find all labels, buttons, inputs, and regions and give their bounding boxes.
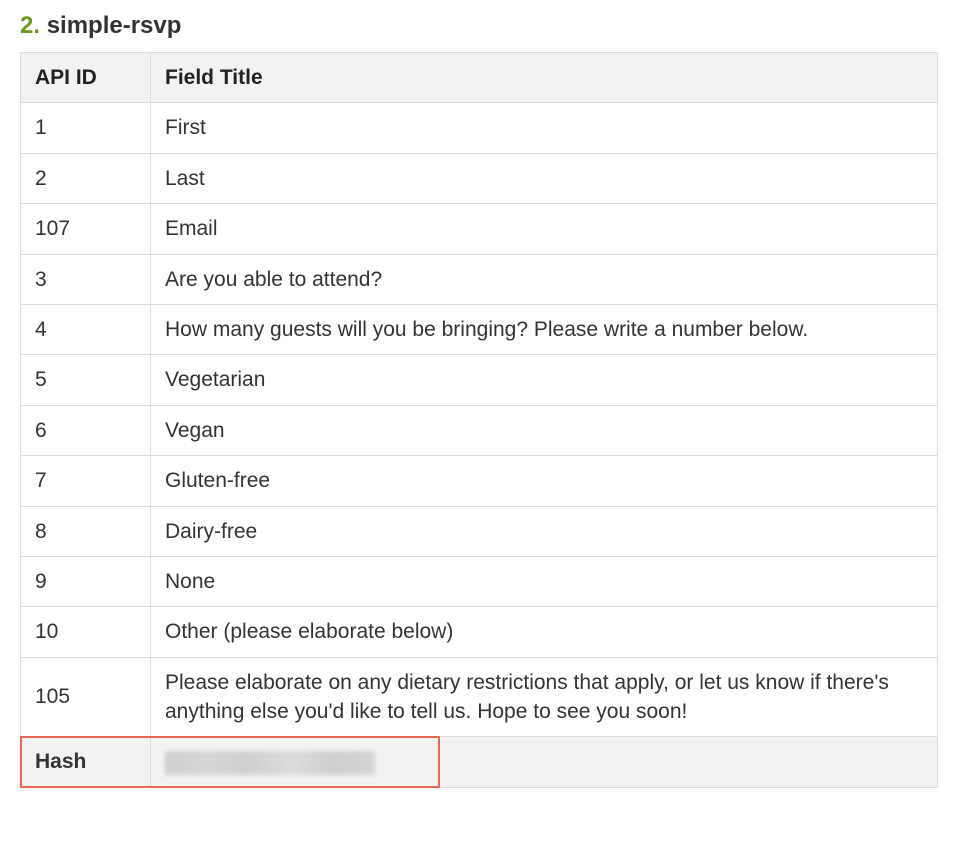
cell-api-id: 8 bbox=[21, 506, 151, 556]
cell-api-id: 3 bbox=[21, 254, 151, 304]
cell-api-id: 107 bbox=[21, 204, 151, 254]
cell-field-title: Last bbox=[151, 153, 938, 203]
table-container: API ID Field Title 1First2Last107Email3A… bbox=[20, 52, 938, 788]
cell-api-id: 1 bbox=[21, 103, 151, 153]
cell-field-title: None bbox=[151, 556, 938, 606]
cell-field-title: Are you able to attend? bbox=[151, 254, 938, 304]
table-row: 8Dairy-free bbox=[21, 506, 938, 556]
table-row: 4How many guests will you be bringing? P… bbox=[21, 304, 938, 354]
hash-row: Hash bbox=[21, 737, 938, 787]
hash-value-obscured bbox=[165, 751, 375, 775]
column-header-api-id: API ID bbox=[21, 53, 151, 103]
cell-field-title: Dairy-free bbox=[151, 506, 938, 556]
cell-field-title: Vegan bbox=[151, 405, 938, 455]
table-row: 3Are you able to attend? bbox=[21, 254, 938, 304]
cell-api-id: 2 bbox=[21, 153, 151, 203]
cell-api-id: 10 bbox=[21, 607, 151, 657]
hash-label: Hash bbox=[21, 737, 151, 787]
cell-api-id: 105 bbox=[21, 657, 151, 737]
section-number: 2. bbox=[20, 12, 40, 39]
section-title: simple-rsvp bbox=[47, 12, 182, 39]
hash-value-cell bbox=[151, 737, 938, 787]
cell-field-title: Please elaborate on any dietary restrict… bbox=[151, 657, 938, 737]
cell-field-title: Other (please elaborate below) bbox=[151, 607, 938, 657]
table-row: 9None bbox=[21, 556, 938, 606]
cell-field-title: Gluten-free bbox=[151, 456, 938, 506]
cell-api-id: 9 bbox=[21, 556, 151, 606]
table-row: 6Vegan bbox=[21, 405, 938, 455]
table-row: 5Vegetarian bbox=[21, 355, 938, 405]
table-body: 1First2Last107Email3Are you able to atte… bbox=[21, 103, 938, 737]
cell-api-id: 5 bbox=[21, 355, 151, 405]
table-row: 107Email bbox=[21, 204, 938, 254]
cell-api-id: 6 bbox=[21, 405, 151, 455]
fields-table: API ID Field Title 1First2Last107Email3A… bbox=[20, 52, 938, 788]
table-row: 10Other (please elaborate below) bbox=[21, 607, 938, 657]
table-row: 7Gluten-free bbox=[21, 456, 938, 506]
cell-api-id: 4 bbox=[21, 304, 151, 354]
table-row: 105Please elaborate on any dietary restr… bbox=[21, 657, 938, 737]
table-row: 1First bbox=[21, 103, 938, 153]
column-header-field-title: Field Title bbox=[151, 53, 938, 103]
cell-field-title: Email bbox=[151, 204, 938, 254]
cell-field-title: How many guests will you be bringing? Pl… bbox=[151, 304, 938, 354]
table-row: 2Last bbox=[21, 153, 938, 203]
cell-field-title: Vegetarian bbox=[151, 355, 938, 405]
section-heading: 2. simple-rsvp bbox=[20, 12, 938, 40]
cell-field-title: First bbox=[151, 103, 938, 153]
table-header-row: API ID Field Title bbox=[21, 53, 938, 103]
cell-api-id: 7 bbox=[21, 456, 151, 506]
